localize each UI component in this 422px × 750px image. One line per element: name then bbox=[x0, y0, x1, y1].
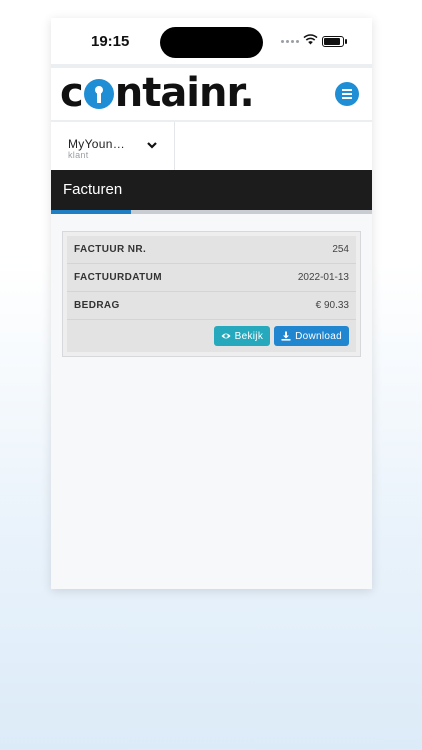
download-button-label: Download bbox=[295, 330, 342, 342]
download-icon bbox=[281, 331, 291, 341]
cellular-signal-icon bbox=[281, 40, 299, 43]
invoice-number-row: FACTUUR NR. 254 bbox=[67, 236, 356, 264]
invoice-date-value: 2022-01-13 bbox=[297, 272, 349, 283]
invoice-amount-row: BEDRAG € 90.33 bbox=[67, 292, 356, 320]
page-progress-bar bbox=[51, 210, 372, 214]
wifi-icon bbox=[303, 34, 318, 45]
app-header: c ntainr. bbox=[51, 68, 372, 120]
account-role: klant bbox=[68, 150, 89, 160]
chevron-down-icon bbox=[147, 142, 157, 149]
invoice-list: FACTUUR NR. 254 FACTUURDATUM 2022-01-13 … bbox=[51, 214, 372, 374]
account-name: MyYoun… bbox=[68, 137, 126, 151]
logo-text-end: ntainr. bbox=[114, 70, 255, 116]
status-time: 19:15 bbox=[91, 33, 130, 50]
invoice-card: FACTUUR NR. 254 FACTUURDATUM 2022-01-13 … bbox=[62, 231, 361, 357]
invoice-number-value: 254 bbox=[332, 244, 349, 255]
hamburger-icon bbox=[342, 89, 352, 91]
account-selector[interactable]: MyYoun… klant bbox=[51, 122, 175, 170]
invoice-date-label: FACTUURDATUM bbox=[74, 272, 162, 283]
invoice-date-row: FACTUURDATUM 2022-01-13 bbox=[67, 264, 356, 292]
invoice-amount-value: € 90.33 bbox=[315, 300, 349, 311]
progress-fill bbox=[51, 210, 132, 214]
status-bar: 19:15 bbox=[51, 18, 372, 64]
dynamic-island bbox=[160, 27, 263, 58]
view-invoice-button[interactable]: Bekijk bbox=[213, 326, 271, 346]
invoice-amount-label: BEDRAG bbox=[74, 300, 120, 311]
battery-icon bbox=[322, 36, 344, 47]
invoice-details: FACTUUR NR. 254 FACTUURDATUM 2022-01-13 … bbox=[67, 236, 356, 352]
view-button-label: Bekijk bbox=[234, 330, 264, 342]
page-title: Facturen bbox=[51, 170, 372, 210]
download-invoice-button[interactable]: Download bbox=[274, 326, 349, 346]
invoice-number-label: FACTUUR NR. bbox=[74, 244, 147, 255]
account-bar: MyYoun… klant bbox=[51, 122, 372, 170]
app-screen: 19:15 c ntainr. MyYoun… klant Facturen F… bbox=[51, 18, 372, 589]
invoice-actions: Bekijk Download bbox=[67, 320, 356, 352]
menu-button[interactable] bbox=[335, 82, 359, 106]
keyhole-icon bbox=[83, 79, 114, 109]
battery-tip bbox=[345, 39, 347, 44]
logo-text-start: c bbox=[60, 70, 84, 116]
containr-logo[interactable]: c ntainr. bbox=[60, 70, 255, 116]
eye-icon bbox=[221, 333, 231, 339]
